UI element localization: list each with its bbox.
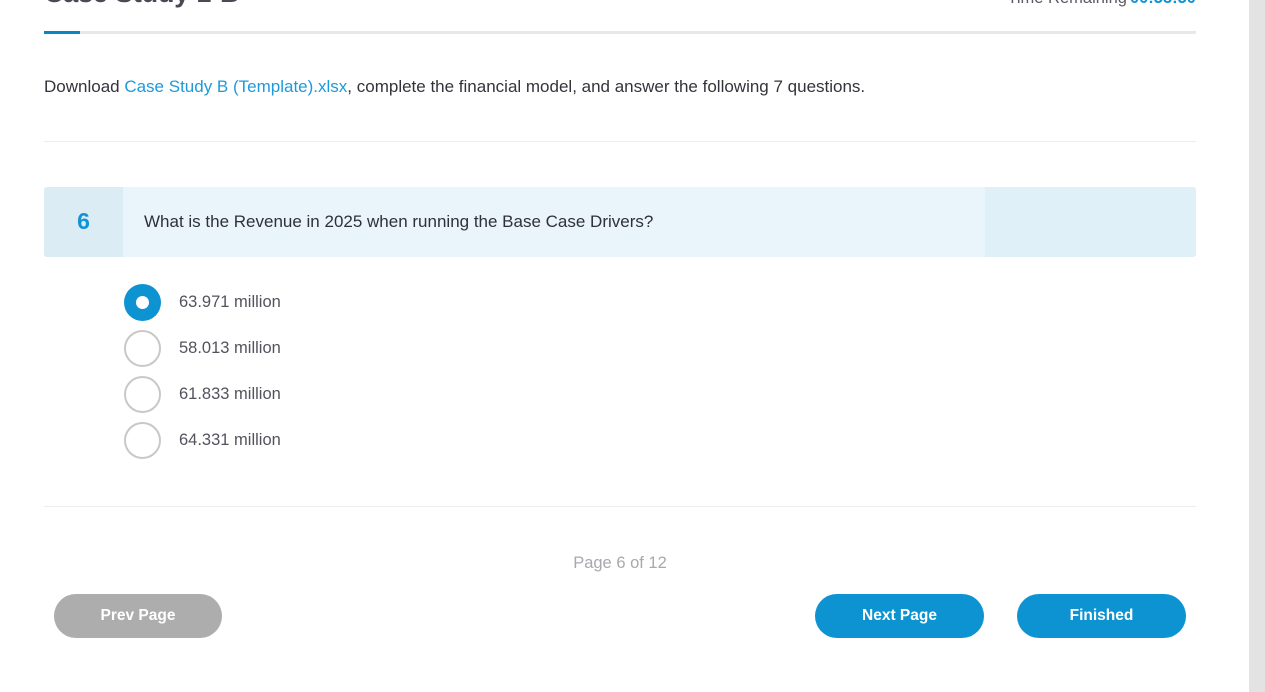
question-number: 6 — [44, 186, 123, 257]
question-bar: 6 What is the Revenue in 2025 when runni… — [44, 186, 1196, 257]
time-remaining-label: Time Remaining — [1007, 0, 1127, 7]
radio-icon-option-1[interactable] — [124, 284, 161, 322]
answer-option-3[interactable]: 61.833 million — [124, 372, 1196, 418]
time-remaining-value: 00:53:50 — [1130, 0, 1196, 7]
answer-option-2-label: 58.013 million — [179, 339, 281, 358]
finished-button[interactable]: Finished — [1017, 593, 1186, 638]
answer-option-4[interactable]: 64.331 million — [124, 418, 1196, 464]
vertical-scrollbar[interactable] — [1240, 0, 1265, 692]
question-bar-tail — [985, 186, 1196, 257]
scrollbar-thumb[interactable] — [1249, 0, 1265, 692]
instructions-text: Download Case Study B (Template).xlsx, c… — [44, 75, 1196, 99]
section-divider-top — [44, 140, 1196, 142]
question-text: What is the Revenue in 2025 when running… — [144, 211, 654, 231]
radio-icon-option-2[interactable] — [124, 330, 161, 368]
scrollbar-track[interactable] — [1249, 0, 1265, 692]
page-content: Case Study 1-B Time Remaining00:53:50 Do… — [0, 0, 1240, 682]
template-download-link[interactable]: Case Study B (Template).xlsx — [124, 77, 347, 96]
answer-option-1[interactable]: 63.971 million — [124, 280, 1196, 326]
prev-page-button[interactable]: Prev Page — [54, 593, 222, 638]
navigation-buttons: Prev Page Next Page Finished — [44, 593, 1196, 642]
time-remaining: Time Remaining00:53:50 — [1007, 0, 1196, 8]
answer-option-2[interactable]: 58.013 million — [124, 326, 1196, 372]
section-divider-bottom — [44, 505, 1196, 507]
answer-option-4-label: 64.331 million — [179, 431, 281, 450]
answer-option-3-label: 61.833 million — [179, 385, 281, 404]
answer-option-1-label: 63.971 million — [179, 293, 281, 312]
radio-icon-option-3[interactable] — [124, 376, 161, 414]
next-page-button[interactable]: Next Page — [815, 593, 984, 638]
quiz-page: Case Study 1-B Time Remaining00:53:50 Do… — [0, 0, 1240, 682]
instructions-prefix: Download — [44, 77, 125, 96]
title-underline-accent — [44, 31, 1196, 34]
instructions-suffix: , complete the financial model, and answ… — [347, 77, 866, 96]
page-title: Case Study 1-B — [44, 0, 239, 9]
radio-icon-option-4[interactable] — [124, 422, 161, 460]
page-viewport: Case Study 1-B Time Remaining00:53:50 Do… — [0, 0, 1240, 692]
answer-options: 63.971 million 58.013 million 61.833 mil… — [44, 280, 1196, 464]
bottom-spacer — [44, 642, 1196, 682]
page-header: Case Study 1-B Time Remaining00:53:50 — [44, 0, 1196, 22]
page-indicator: Page 6 of 12 — [573, 553, 667, 572]
